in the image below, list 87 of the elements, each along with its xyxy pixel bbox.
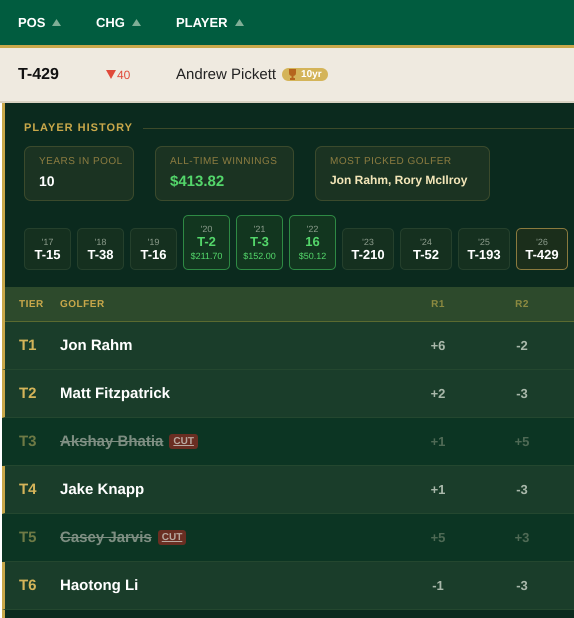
year-result: T-52	[412, 246, 439, 262]
cut-badge: CUT	[158, 530, 186, 545]
round-score: +6	[430, 338, 446, 353]
round-score: +2	[430, 386, 446, 401]
year-label: '23	[362, 236, 374, 246]
golfer-row[interactable]: T4 Jake Knapp +1 -3	[2, 466, 574, 514]
golfer-row[interactable]: T6 Haotong Li -1 -3	[2, 562, 574, 610]
player-name: Andrew Pickett	[176, 66, 276, 83]
round-score: +5	[514, 434, 530, 449]
golfer-name: Matt Fitzpatrick	[60, 385, 170, 402]
year-chip[interactable]: '20 T-2 $211.70	[183, 215, 230, 270]
year-label: '22	[306, 224, 318, 234]
year-result: T-2	[197, 234, 216, 249]
stat-value: 10	[39, 173, 56, 189]
year-result: T-210	[351, 246, 385, 262]
round-score: +5	[430, 530, 446, 545]
year-label: '21	[254, 224, 266, 234]
year-result: T-193	[467, 246, 501, 262]
sort-icon	[234, 19, 244, 26]
year-winnings: $50.12	[298, 251, 326, 261]
column-header: GOLFER	[60, 298, 106, 310]
year-chip[interactable]: '18 T-38	[77, 228, 124, 270]
year-result: T-16	[140, 246, 166, 262]
year-chip[interactable]: '19 T-16	[130, 228, 177, 270]
tier-label: T4	[18, 481, 38, 498]
year-chip[interactable]: '23 T-210	[342, 228, 394, 270]
year-chip[interactable]: '21 T-3 $152.00	[236, 215, 283, 270]
year-label: '18	[94, 236, 106, 246]
cut-badge: CUT	[169, 434, 198, 449]
sort-icon	[132, 19, 141, 26]
tier-label: T3	[18, 433, 38, 450]
year-chip[interactable]: '17 T-15	[24, 228, 71, 270]
tier-label: T5	[18, 529, 38, 546]
round-score: -2	[515, 338, 529, 353]
stat-label: MOST PICKED GOLFER	[330, 156, 453, 167]
round-score: +3	[514, 530, 530, 545]
year-label: '25	[478, 236, 490, 246]
tenure-badge: 10yr	[282, 68, 328, 81]
column-header[interactable]: CHG	[96, 15, 176, 30]
stat-value: $413.82	[170, 173, 226, 190]
golfer-name: Casey Jarvis	[60, 529, 152, 546]
year-chip[interactable]: '26 T-429	[516, 228, 568, 270]
year-label: '17	[42, 236, 54, 246]
golfer-row[interactable]: T3 Akshay Bhatia CUT +1 +5	[2, 418, 574, 466]
year-result: T-15	[34, 246, 60, 262]
golfer-name: Akshay Bhatia	[60, 433, 164, 450]
column-header[interactable]: POS	[18, 15, 96, 30]
year-label: '26	[536, 236, 548, 246]
round-score: -3	[515, 578, 529, 593]
year-result: 16	[305, 234, 320, 249]
year-winnings: $152.00	[243, 251, 276, 261]
year-label: '24	[420, 236, 432, 246]
round-score: +1	[430, 434, 446, 449]
change-value: 40	[117, 68, 130, 82]
round-score: -1	[431, 578, 445, 593]
tier-label: T2	[18, 385, 38, 402]
year-label: '19	[148, 236, 160, 246]
year-chip[interactable]: '22 16 $50.12	[289, 215, 336, 270]
sort-icon	[52, 19, 62, 26]
golfer-name: Jake Knapp	[60, 481, 144, 498]
section-title: PLAYER HISTORY	[24, 122, 133, 134]
position: T-429	[18, 66, 60, 84]
year-result: T-429	[525, 246, 559, 262]
tier-label: T6	[18, 577, 38, 594]
player-row[interactable]: T-429 40 Andrew Pickett 10yr	[0, 48, 574, 103]
golfer-name: Jon Rahm	[60, 337, 133, 354]
column-header: R1	[430, 298, 446, 310]
golfer-row[interactable]: T1 Jon Rahm +6 -2	[2, 322, 574, 370]
tier-label: T1	[18, 337, 38, 354]
round-score: -3	[515, 482, 529, 497]
year-chip[interactable]: '25 T-193	[458, 228, 510, 270]
column-header: R2	[514, 298, 530, 310]
golfer-row[interactable]: T2 Matt Fitzpatrick +2 -3	[2, 370, 574, 418]
golfer-name: Haotong Li	[60, 577, 138, 594]
golfer-row[interactable]: T5 Casey Jarvis CUT +5 +3	[2, 514, 574, 562]
year-winnings: $211.70	[190, 251, 222, 261]
stat-label: ALL-TIME WINNINGS	[170, 156, 278, 167]
column-header[interactable]: PLAYER	[176, 15, 244, 30]
year-chip[interactable]: '24 T-52	[400, 228, 452, 270]
stat-value: Jon Rahm, Rory McIlroy	[330, 173, 468, 187]
year-label: '20	[200, 224, 212, 234]
year-result: T-38	[87, 246, 114, 262]
trophy-icon	[288, 69, 298, 80]
round-score: +1	[430, 482, 446, 497]
year-result: T-3	[250, 234, 269, 249]
column-header: TIER	[18, 298, 45, 310]
round-score: -3	[515, 386, 529, 401]
